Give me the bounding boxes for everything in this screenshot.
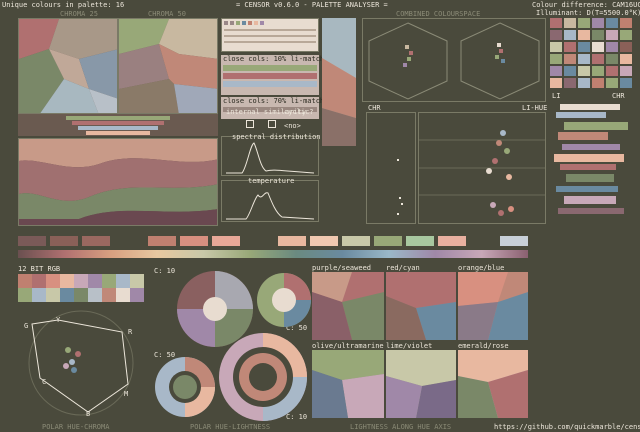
cyclic-checkbox[interactable] [268,120,276,128]
close-cols-70-label: close cols: 70% li-match [223,97,325,105]
polar-lightness-10 [218,332,308,422]
chr-label: CHR [368,104,381,112]
polar-hue-lightness-label: POLAR HUE-LIGHTNESS [190,423,271,431]
temperature-panel: temperature [221,177,319,222]
colour-difference-label: Colour difference: CAM16UCS [532,1,640,9]
voronoi-purple-seaweed [312,272,384,340]
gamut-b: B [86,410,91,418]
unique-colours-label: Unique colours in palette: 16 [2,1,125,9]
purple-seaweed-label: purple/seaweed [312,264,372,272]
li-label: LI [552,92,561,100]
chr-scatter [366,112,416,224]
palette-swatch-row [18,236,528,250]
lightness-bars [18,114,218,136]
combined-colourspace-panel [362,18,546,102]
temperature-label: temperature [248,177,295,185]
gamut-diagram: G Y R C M B [18,310,144,418]
voronoi-olive-ultramarine [312,350,384,418]
voronoi-chroma-50 [118,18,218,114]
spectral-label: spectral distribution [232,133,321,141]
palette-swatch-grid [221,18,319,52]
rgb12-strip [18,274,144,302]
chroma-25-label: CHROMA 25 [60,10,98,18]
close-cols-10-panel: close cols: 10% li-match [221,55,324,95]
cyclic-label: cyclic? [284,108,314,116]
voronoi-red-cyan [386,272,456,340]
combined-colourspace-label: COMBINED COLOURSPACE [396,10,481,18]
orange-blue-label: orange/blue [458,264,505,272]
illuminant-label: Illuminant: D(T=5500.0°K) [536,9,640,17]
red-cyan-label: red/cyan [386,264,420,272]
li-chr-bars [550,100,632,224]
cyclic-value: <no> [284,122,301,130]
li-hue-scatter [418,112,546,224]
voronoi-chroma-25 [18,18,118,114]
censor-window: Unique colours in palette: 16 = CENSOR v… [0,0,640,432]
palette-pair-grid [550,18,632,90]
gamut-y: Y [56,316,61,324]
olive-ultramarine-label: olive/ultramarine [312,342,384,350]
chr2-label: CHR [612,92,625,100]
github-link[interactable]: https://github.com/quickmarble/censor [494,423,640,431]
lime-violet-label: lime/violet [386,342,433,350]
emerald-rose-label: emerald/rose [458,342,509,350]
lightness-along-hue-area [18,138,218,226]
gamut-m: M [124,390,129,398]
similarity-checkbox[interactable] [246,120,254,128]
polar-lightness-50 [154,356,216,418]
hue-gradient-bar [18,250,528,258]
app-title: = CENSOR v0.6.0 - PALETTE ANALYSER = [236,1,388,9]
gamut-r: R [128,328,133,336]
voronoi-orange-blue [458,272,528,340]
li-hue-label: LI-HUE [522,104,548,112]
gamut-c: C [42,378,47,386]
close-cols-10-label: close cols: 10% li-match [223,55,325,63]
gamut-g: G [24,322,29,330]
polar-chroma-50 [256,272,312,328]
c10a-label: C: 10 [154,267,176,275]
lightness-column [322,18,356,146]
chroma-50-label: CHROMA 50 [148,10,186,18]
rgb12-label: 12 BIT RGB [18,265,61,273]
voronoi-emerald-rose [458,350,528,418]
voronoi-lime-violet [386,350,456,418]
polar-hue-chroma-label: POLAR HUE-CHROMA [42,423,110,431]
lightness-hue-label: LIGHTNESS ALONG HUE AXIS [350,423,452,431]
spectral-distribution-panel: spectral distribution [221,133,321,176]
